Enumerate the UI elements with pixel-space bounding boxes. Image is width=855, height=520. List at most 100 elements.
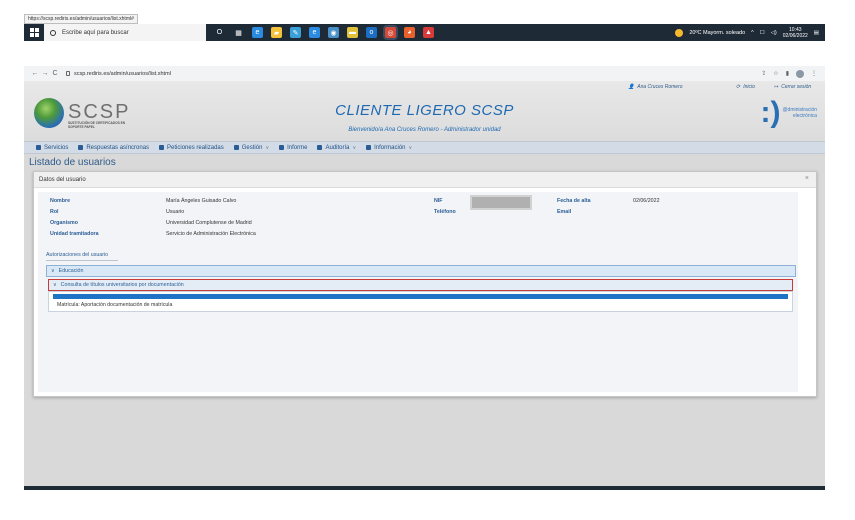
- lock-icon: [66, 71, 70, 76]
- menu-item-informe[interactable]: Informe: [279, 145, 307, 151]
- plus-icon: [233, 145, 239, 150]
- accordion-educacion-label: Educación: [58, 268, 84, 274]
- feather-icon[interactable]: ✎: [290, 27, 301, 38]
- fecha-alta-value: 02/06/2022: [633, 198, 660, 204]
- more-menu-icon[interactable]: ⋮: [811, 70, 817, 77]
- accordion-educacion[interactable]: ∨ Educación: [46, 265, 796, 277]
- dialog-body: Nombre María Ángeles Guisado Calvo Rol Usua…: [38, 192, 798, 392]
- search-icon: [50, 29, 56, 36]
- notifications-icon[interactable]: ▤: [814, 30, 819, 36]
- gear-icon: [78, 145, 84, 150]
- forward-arrow-icon[interactable]: →: [40, 70, 50, 77]
- field-value: Usuario: [166, 209, 185, 215]
- field-value: Servicio de Administración Electrónica: [166, 231, 256, 237]
- header-banner: 👤 Ana Cruces Romero ⟳ Inicio ↦ Cerrar se…: [24, 81, 825, 141]
- welcome-text: Bienvenido/a Ana Cruces Romero - Adminis…: [348, 127, 501, 133]
- menu-item-label: Información: [374, 144, 406, 151]
- firefox-icon[interactable]: ◕: [404, 27, 415, 38]
- close-icon[interactable]: ×: [805, 175, 809, 182]
- authorization-item[interactable]: Matrícula: Aportación documentación de m…: [57, 302, 172, 308]
- accordion-consulta-titulos[interactable]: ∨ Consulta de títulos universitarios por…: [48, 279, 793, 291]
- search-icon: [159, 145, 165, 150]
- chrome-alt-icon[interactable]: ◉: [328, 27, 339, 38]
- telefono-label: Teléfono: [434, 209, 456, 215]
- pdf-icon[interactable]: ▲: [423, 27, 434, 38]
- menu-item-auditoría[interactable]: Auditoría ∨: [317, 145, 356, 151]
- accordion-consulta-label: Consulta de títulos universitarios por d…: [60, 282, 184, 288]
- task-view-icon[interactable]: O: [214, 27, 225, 38]
- caret-down-icon: ∨: [265, 144, 270, 151]
- sidebar-icon[interactable]: ▮: [786, 70, 789, 77]
- share-icon[interactable]: ⇪: [761, 70, 766, 77]
- document-icon: [279, 145, 285, 150]
- current-user-name: Ana Cruces Romero: [637, 84, 683, 90]
- dialog-header: Datos del usuario ×: [34, 172, 816, 188]
- main-menu: Servicios Respuestas asíncronas Peticiones…: [24, 141, 825, 154]
- logout-label: Cerrar sesión: [781, 84, 812, 90]
- browser-toolbar: ← → C scsp.rediris.es/admin/usuarios/lis…: [24, 66, 825, 81]
- logout-link[interactable]: ↦ Cerrar sesión: [774, 84, 811, 90]
- menu-item-información[interactable]: Información ∨: [366, 145, 412, 151]
- menu-item-label: Gestión: [241, 144, 263, 151]
- menu-item-servicios[interactable]: Servicios: [36, 145, 68, 151]
- nif-label: NIF: [434, 198, 443, 204]
- field-label: Unidad tramitadora: [50, 231, 99, 237]
- window-bottom-edge: [24, 486, 825, 490]
- ie-icon[interactable]: e: [309, 27, 320, 38]
- weather-sun-icon: [675, 28, 684, 37]
- chevron-down-icon: ∨: [51, 268, 55, 274]
- file-explorer-icon[interactable]: ▰: [271, 27, 282, 38]
- windows-icon: [29, 28, 39, 37]
- page-title: Listado de usuarios: [29, 157, 116, 168]
- field-value: María Ángeles Guisado Calvo: [166, 198, 237, 204]
- ae-logo-icon: :): [760, 96, 781, 129]
- email-label: Email: [557, 209, 572, 215]
- clock[interactable]: 10:43 02/06/2022: [783, 27, 808, 39]
- taskbar-apps: O ▦ e ▰ ✎ e ◉ ▬ o ◎ ◕ ▲: [214, 27, 434, 38]
- menu-item-respuestas-asíncronas[interactable]: Respuestas asíncronas: [78, 145, 149, 151]
- back-arrow-icon[interactable]: ←: [30, 70, 40, 77]
- profile-avatar[interactable]: [796, 69, 804, 78]
- star-icon[interactable]: ☆: [773, 70, 778, 77]
- selection-bar: [53, 294, 788, 299]
- authorizations-tree: ∨ Educación ∨ Consulta de títulos univer…: [46, 265, 796, 329]
- volume-icon[interactable]: ◁): [771, 30, 777, 36]
- list-icon: [36, 145, 41, 150]
- windows-taskbar: Escribe aquí para buscar O ▦ e ▰ ✎ e ◉ ▬ o ◎ ◕ ▲ 20…: [24, 24, 825, 41]
- address-bar[interactable]: scsp.rediris.es/admin/usuarios/list.xhtm…: [66, 71, 171, 77]
- dialog-title: Datos del usuario: [39, 176, 86, 183]
- window-titlebar-gap: [24, 41, 825, 66]
- app-title: CLIENTE LIGERO SCSP: [335, 102, 514, 119]
- taskbar-search-placeholder: Escribe aquí para buscar: [62, 29, 129, 36]
- edge-icon[interactable]: e: [252, 27, 263, 38]
- scsp-app: 👤 Ana Cruces Romero ⟳ Inicio ↦ Cerrar se…: [24, 81, 825, 486]
- weather-text[interactable]: 20ºC Mayorm. soleado: [689, 30, 745, 36]
- menu-item-gestión[interactable]: Gestión ∨: [233, 144, 270, 151]
- taskbar-search-box[interactable]: Escribe aquí para buscar: [44, 24, 206, 41]
- menu-item-label: Servicios: [44, 144, 69, 151]
- inicio-label: Inicio: [743, 84, 755, 90]
- inicio-link[interactable]: ⟳ Inicio: [736, 84, 755, 90]
- redacted-nif: [472, 197, 530, 208]
- reload-icon[interactable]: C: [50, 70, 60, 77]
- user-details-dialog: Datos del usuario × Nombre María Ángeles …: [33, 171, 817, 397]
- menu-item-label: Informe: [287, 144, 308, 151]
- network-icon[interactable]: ☐: [760, 30, 765, 36]
- current-user: 👤 Ana Cruces Romero: [628, 84, 683, 90]
- tray-chevron-icon[interactable]: ^: [751, 30, 754, 36]
- outlook-icon[interactable]: o: [366, 27, 377, 38]
- start-button[interactable]: [24, 24, 44, 41]
- browser-tools: ⇪ ☆ ▮ ⋮: [761, 69, 825, 78]
- accordion-consulta-content: Matrícula: Aportación documentación de m…: [48, 291, 793, 312]
- user-icon: 👤: [628, 84, 635, 90]
- field-label: Rol: [50, 209, 59, 215]
- address-text: scsp.rediris.es/admin/usuarios/list.xhtm…: [74, 70, 171, 77]
- ae-logo-text: @dministración electrónica: [782, 107, 817, 119]
- sticky-notes-icon[interactable]: ▬: [347, 27, 358, 38]
- chrome-icon[interactable]: ◎: [385, 27, 396, 38]
- menu-item-peticiones-realizadas[interactable]: Peticiones realizadas: [159, 145, 224, 151]
- widgets-icon[interactable]: ▦: [233, 27, 244, 38]
- tab-autorizaciones[interactable]: Autorizaciones del usuario: [46, 252, 118, 261]
- refresh-icon: ⟳: [736, 84, 741, 90]
- menu-item-label: Respuestas asíncronas: [86, 144, 150, 151]
